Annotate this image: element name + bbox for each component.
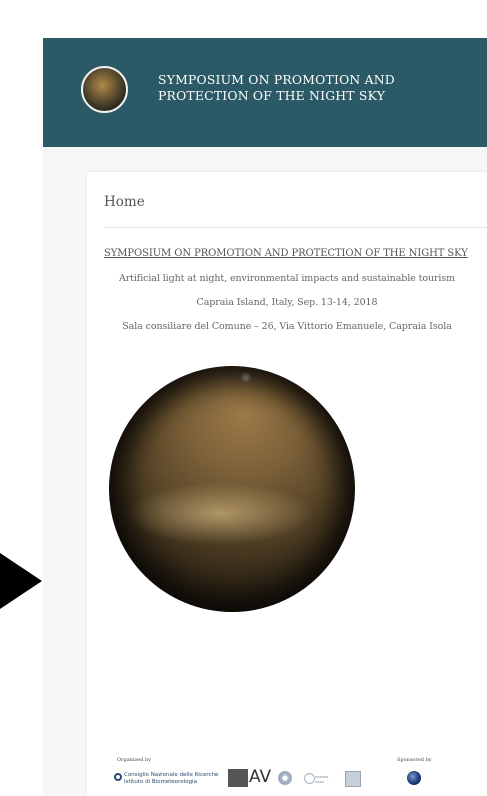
venue-text: Sala consiliare del Comune – 26, Via Vit… — [122, 321, 452, 332]
av-logo-text[interactable]: AV — [249, 767, 271, 787]
site-title[interactable]: SYMPOSIUM ON PROMOTION AND PROTECTION OF… — [158, 72, 395, 104]
content-card: Home SYMPOSIUM ON PROMOTION AND PROTECTI… — [87, 172, 487, 796]
site-header: SYMPOSIUM ON PROMOTION AND PROTECTION OF… — [43, 38, 487, 147]
cnr-logo-text[interactable]: Consiglio Nazionale delle Ricerche Istit… — [124, 772, 218, 786]
divider — [104, 227, 487, 228]
night-sky-image — [109, 366, 355, 612]
tiny-logo-text[interactable]: xxxxxx xxxx — [315, 774, 329, 784]
partner-logos: Consiglio Nazionale delle Ricerche Istit… — [114, 767, 454, 793]
sponsor-logo-icon[interactable] — [407, 771, 421, 785]
organized-by-label: Organized by — [117, 757, 151, 763]
cnr-logo-icon[interactable] — [114, 773, 122, 781]
square-logo-icon[interactable] — [345, 771, 361, 787]
pointer-arrow-icon — [0, 553, 42, 609]
symposium-title-link[interactable]: SYMPOSIUM ON PROMOTION AND PROTECTION OF… — [104, 248, 468, 259]
breadcrumb: Home — [104, 194, 145, 210]
place-date-text: Capraia Island, Italy, Sep. 13-14, 2018 — [196, 297, 378, 308]
subtitle-text: Artificial light at night, environmental… — [118, 273, 456, 284]
ring-logo-icon[interactable] — [278, 771, 292, 785]
bright-light — [239, 372, 253, 382]
circle-logo-icon[interactable] — [304, 773, 315, 784]
sponsored-by-label: Sponsored by — [397, 757, 432, 763]
ibimet-logo-icon[interactable] — [228, 769, 248, 787]
site-logo[interactable] — [81, 66, 128, 113]
